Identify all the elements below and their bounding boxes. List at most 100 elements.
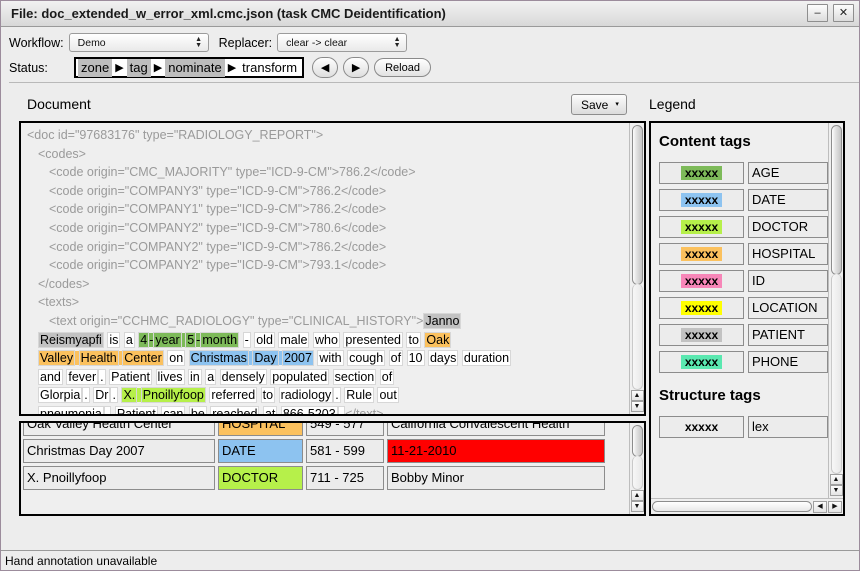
document-token[interactable]: <code origin="COMPANY3" type="ICD-9-CM">…: [49, 184, 386, 198]
cell-text[interactable]: Christmas Day 2007: [23, 439, 215, 463]
document-token[interactable]: of: [389, 350, 403, 366]
document-token[interactable]: a: [205, 369, 216, 385]
document-token[interactable]: referred: [209, 387, 257, 403]
workflow-step-zone[interactable]: zone: [78, 59, 112, 77]
document-token[interactable]: <code origin="COMPANY2" type="ICD-9-CM">…: [49, 258, 386, 272]
tag-color-swatch[interactable]: xxxxx: [659, 270, 744, 292]
document-token[interactable]: .: [110, 387, 117, 403]
document-token[interactable]: on: [167, 350, 185, 366]
scroll-up-icon[interactable]: ▲: [631, 390, 644, 401]
annotation-table[interactable]: Oak Valley Health CenterHOSPITAL549 - 57…: [21, 423, 629, 514]
cell-replacement[interactable]: Bobby Minor: [387, 466, 605, 490]
scroll-up-icon[interactable]: ▲: [631, 490, 644, 501]
table-vertical-scrollbar[interactable]: ▲ ▼: [629, 423, 644, 514]
cell-text[interactable]: Oak Valley Health Center: [23, 423, 215, 436]
minimize-button[interactable]: –: [807, 4, 828, 22]
document-token[interactable]: fever: [66, 369, 98, 385]
document-token[interactable]: .: [98, 369, 105, 385]
workflow-step-tag[interactable]: tag: [127, 59, 151, 77]
workflow-select[interactable]: Demo ▲▼: [69, 33, 209, 52]
tag-name[interactable]: ID: [748, 270, 828, 292]
document-token[interactable]: of: [380, 369, 394, 385]
document-token[interactable]: at: [263, 406, 277, 414]
document-token[interactable]: and: [38, 369, 63, 385]
document-token[interactable]: </text>: [345, 407, 383, 414]
document-token[interactable]: -: [243, 332, 251, 348]
document-text[interactable]: <doc id="97683176" type="RADIOLOGY_REPOR…: [21, 123, 629, 414]
cell-tag[interactable]: HOSPITAL: [218, 423, 303, 436]
tag-name[interactable]: HOSPITAL: [748, 243, 828, 265]
tag-name[interactable]: PATIENT: [748, 324, 828, 346]
document-token[interactable]: section: [333, 369, 377, 385]
document-token[interactable]: be: [189, 406, 207, 414]
tagged-token[interactable]: 5: [185, 332, 196, 348]
document-token[interactable]: .: [333, 387, 340, 403]
document-token[interactable]: densely: [220, 369, 267, 385]
tag-name[interactable]: lex: [748, 416, 828, 438]
workflow-step-nominate[interactable]: nominate: [165, 59, 224, 77]
previous-step-button[interactable]: ◀: [312, 57, 338, 78]
document-token[interactable]: Glorpia: [38, 387, 82, 403]
tagged-token[interactable]: Valley: [38, 350, 75, 366]
content-tag-row[interactable]: xxxxxPHONE: [659, 348, 828, 375]
document-token[interactable]: </codes>: [38, 277, 89, 291]
reload-button[interactable]: Reload: [374, 58, 431, 77]
scroll-right-icon[interactable]: ▶: [828, 501, 842, 513]
tagged-token[interactable]: Christmas: [189, 350, 249, 366]
scroll-down-icon[interactable]: ▼: [830, 485, 843, 496]
tag-name[interactable]: AGE: [748, 162, 828, 184]
document-token[interactable]: Patient: [109, 369, 152, 385]
scroll-left-icon[interactable]: ◀: [813, 501, 827, 513]
cell-tag[interactable]: DOCTOR: [218, 466, 303, 490]
replacer-select[interactable]: clear -> clear ▲▼: [277, 33, 407, 52]
cell-span[interactable]: 549 - 577: [306, 423, 384, 436]
document-token[interactable]: is: [107, 332, 120, 348]
tagged-token[interactable]: Health: [79, 350, 119, 366]
scroll-down-icon[interactable]: ▼: [631, 501, 644, 512]
scrollbar-track[interactable]: [632, 284, 643, 390]
document-token[interactable]: <code origin="COMPANY1" type="ICD-9-CM">…: [49, 202, 386, 216]
document-token[interactable]: <texts>: [38, 295, 79, 309]
tag-color-swatch[interactable]: xxxxx: [659, 189, 744, 211]
document-token[interactable]: out: [377, 387, 398, 403]
document-token[interactable]: [152, 370, 155, 384]
tagged-token[interactable]: 4: [138, 332, 149, 348]
document-token[interactable]: male: [278, 332, 309, 348]
document-token[interactable]: <code origin="COMPANY2" type="ICD-9-CM">…: [49, 221, 386, 235]
tagged-token[interactable]: Center: [122, 350, 164, 366]
document-token[interactable]: who: [313, 332, 340, 348]
document-token[interactable]: lives: [156, 369, 185, 385]
tag-color-swatch[interactable]: xxxxx: [659, 324, 744, 346]
document-token[interactable]: <codes>: [38, 147, 86, 161]
scrollbar-thumb[interactable]: [632, 125, 643, 285]
document-token[interactable]: .: [82, 387, 89, 403]
document-token[interactable]: to: [406, 332, 420, 348]
scroll-down-icon[interactable]: ▼: [631, 401, 644, 412]
document-token[interactable]: Rule: [344, 387, 374, 403]
tag-color-swatch[interactable]: xxxxx: [659, 162, 744, 184]
content-tag-row[interactable]: xxxxxDOCTOR: [659, 213, 828, 240]
content-tag-row[interactable]: xxxxxLOCATION: [659, 294, 828, 321]
cell-tag[interactable]: DATE: [218, 439, 303, 463]
table-row[interactable]: Oak Valley Health CenterHOSPITAL549 - 57…: [23, 423, 627, 437]
tagged-token[interactable]: Pnoillyfoop: [141, 387, 206, 403]
tag-name[interactable]: DATE: [748, 189, 828, 211]
cell-span[interactable]: 711 - 725: [306, 466, 384, 490]
scrollbar-thumb[interactable]: [652, 501, 812, 512]
cell-replacement[interactable]: 11-21-2010: [387, 439, 605, 463]
content-tag-row[interactable]: xxxxxAGE: [659, 159, 828, 186]
document-token[interactable]: <doc id="97683176" type="RADIOLOGY_REPOR…: [27, 128, 323, 142]
document-token[interactable]: Dr: [93, 387, 110, 403]
document-token[interactable]: 10: [407, 350, 425, 366]
tag-name[interactable]: PHONE: [748, 351, 828, 373]
tagged-token[interactable]: month: [200, 332, 239, 348]
next-step-button[interactable]: ▶: [343, 57, 369, 78]
content-tag-row[interactable]: xxxxxPATIENT: [659, 321, 828, 348]
document-token[interactable]: with: [317, 350, 343, 366]
structure-tag-row[interactable]: xxxxxlex: [659, 413, 828, 440]
document-token[interactable]: radiology: [279, 387, 334, 403]
tag-name[interactable]: DOCTOR: [748, 216, 828, 238]
document-token[interactable]: can: [161, 406, 185, 414]
document-token[interactable]: Patient: [115, 406, 158, 414]
workflow-step-transform[interactable]: transform: [239, 59, 300, 77]
